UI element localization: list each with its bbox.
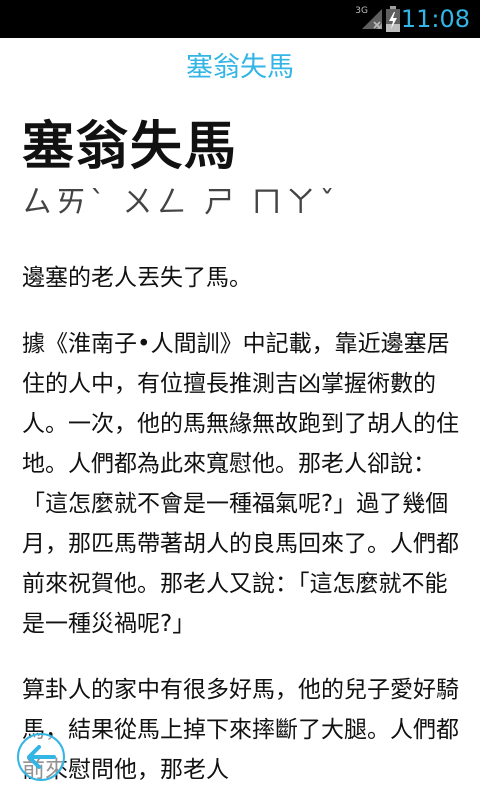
status-bar: 3G 11:08 (0, 0, 480, 38)
article-title: 塞翁失馬 (22, 117, 239, 177)
back-button[interactable] (17, 733, 65, 781)
back-arrow-icon (27, 745, 56, 769)
article-paragraph-2: 算卦人的家中有很多好馬，他的兒子愛好騎馬，結果從馬上掉下來摔斷了大腿。人們都前來… (22, 677, 459, 783)
status-clock: 11:08 (400, 5, 470, 33)
article-paragraph-1: 據《淮南子•人間訓》中記載，靠近邊塞居住的人中，有位擅長推測吉凶掌握術數的人。一… (22, 331, 459, 637)
signal-icon (362, 9, 382, 29)
article-content: 塞翁失馬 ㄙㄞˋ ㄨㄥ ㄕ ㄇㄚˇ 邊塞的老人丟失了馬。 據《淮南子•人間訓》中… (22, 112, 462, 790)
battery-charging-icon (386, 6, 400, 32)
article-zhuyin: ㄙㄞˋ ㄨㄥ ㄕ ㄇㄚˇ (22, 185, 339, 220)
app-bar-title: 塞翁失馬 (186, 52, 294, 83)
article-summary: 邊塞的老人丟失了馬。 (22, 265, 252, 291)
